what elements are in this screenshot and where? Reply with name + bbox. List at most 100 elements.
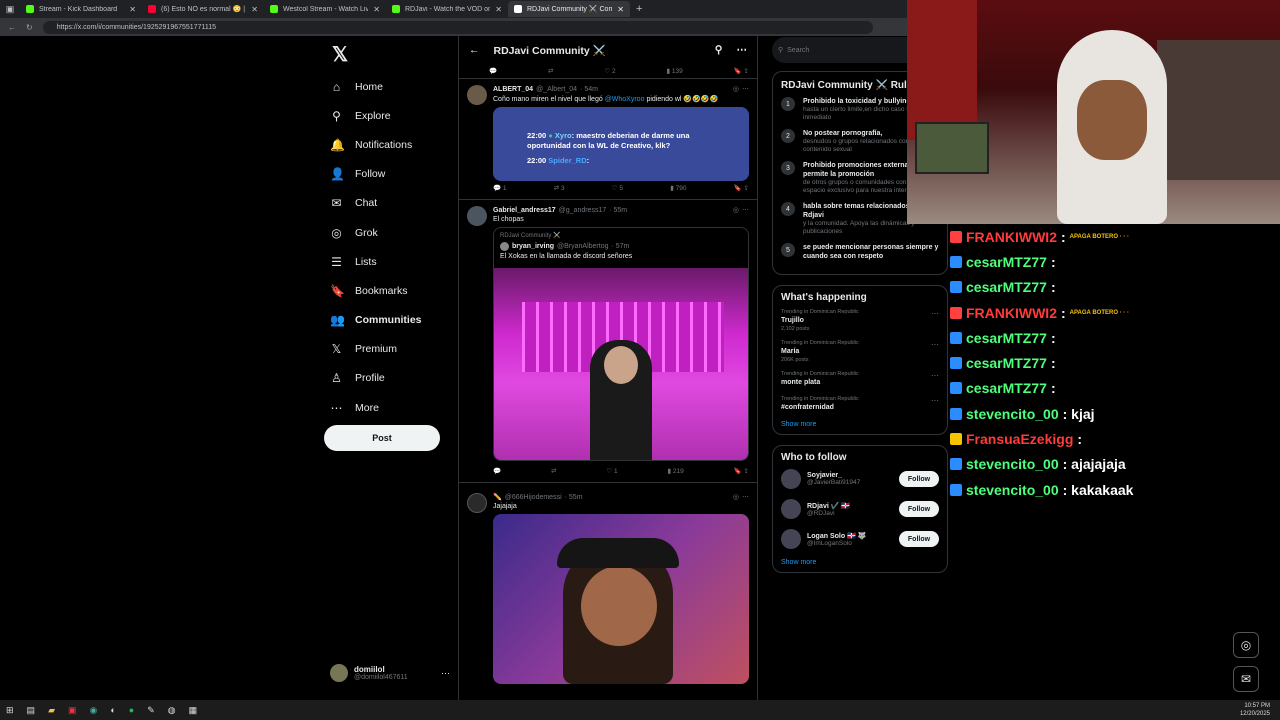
trend-item[interactable]: Trending in Dominican Republic monte plat… <box>781 371 939 388</box>
x-logo-icon[interactable]: 𝕏 <box>332 42 450 72</box>
chat-username[interactable]: FRANKIWWI2 <box>966 305 1057 321</box>
more-icon[interactable]: ⋯ <box>742 206 749 214</box>
close-icon[interactable]: ✕ <box>251 5 258 14</box>
obs-icon[interactable]: ◍ <box>168 705 176 716</box>
window-menu-icon[interactable]: ▣ <box>0 4 20 15</box>
more-icon[interactable]: ⋯ <box>931 371 939 388</box>
tweet-video[interactable] <box>493 514 749 684</box>
close-icon[interactable]: ✕ <box>129 5 136 14</box>
chat-username[interactable]: cesarMTZ77 <box>966 279 1047 295</box>
pen-icon[interactable]: ✎ <box>147 705 155 716</box>
quote-video[interactable] <box>494 268 748 460</box>
tweet-handle[interactable]: @g_andress17 <box>559 207 607 214</box>
more-icon[interactable]: ⋯ <box>742 85 749 93</box>
account-switcher[interactable]: domiilol @domiilol467611 ⋯ <box>330 664 450 682</box>
new-tab-icon[interactable]: + <box>636 3 642 15</box>
like-icon[interactable]: ♡ 5 <box>612 184 623 192</box>
nav-item-bookmarks[interactable]: 🔖 Bookmarks <box>330 276 450 305</box>
chat-username[interactable]: cesarMTZ77 <box>966 254 1047 270</box>
follow-button[interactable]: Follow <box>899 501 939 517</box>
chat-username[interactable]: stevencito_00 <box>966 406 1059 422</box>
grok-icon[interactable]: ◎ <box>733 206 739 214</box>
chat-username[interactable]: cesarMTZ77 <box>966 380 1047 396</box>
follow-suggestion[interactable]: RDjavi ✔️ 🇩🇴 @RDJavi Follow <box>781 499 939 519</box>
more-icon[interactable]: ⋯ <box>737 44 748 56</box>
more-icon[interactable]: ⋯ <box>931 340 939 363</box>
nav-item-chat[interactable]: ✉ Chat <box>330 189 450 218</box>
chat-username[interactable]: cesarMTZ77 <box>966 355 1047 371</box>
trend-item[interactable]: Trending in Dominican Republic #confrater… <box>781 396 939 413</box>
browser-tab[interactable]: Westcol Stream - Watch Live on Kick ✕ <box>264 1 386 17</box>
more-icon[interactable]: ⋯ <box>931 309 939 332</box>
nav-item-grok[interactable]: ◎ Grok <box>330 218 450 247</box>
like-icon[interactable]: ♡ 2 <box>604 67 615 75</box>
grok-icon[interactable]: ◎ <box>1233 632 1259 658</box>
grok-icon[interactable]: ◎ <box>733 85 739 93</box>
browser-tab[interactable]: Stream - Kick Dashboard ✕ <box>20 1 142 17</box>
views-icon[interactable]: ▮ 219 <box>667 467 683 475</box>
tweet[interactable]: ✏️ @666Hijodemessi · 55m ◎ ⋯ Jajajaja <box>459 482 757 688</box>
browser-tab[interactable]: (6) Esto NO es normal 😳 | La Kick ✕ <box>142 1 264 17</box>
follow-button[interactable]: Follow <box>899 531 939 547</box>
back-icon[interactable]: ← <box>8 23 16 32</box>
tweet[interactable]: ALBERT_04 @_Albert_04 · 54m ◎ ⋯ Coño man… <box>459 78 757 199</box>
nav-item-premium[interactable]: 𝕏 Premium <box>330 335 450 364</box>
nav-item-profile[interactable]: ♙ Profile <box>330 364 450 393</box>
browser-tab[interactable]: RDJavi Community ⚔️ Community ✕ <box>508 1 630 17</box>
nav-item-explore[interactable]: ⚲ Explore <box>330 101 450 130</box>
start-icon[interactable]: ⊞ <box>6 705 14 716</box>
nav-item-home[interactable]: ⌂ Home <box>330 72 450 101</box>
messages-icon[interactable]: ✉ <box>1233 666 1259 692</box>
chat-username[interactable]: FRANKIWWI2 <box>966 229 1057 245</box>
tweet-mention[interactable]: @WhoXyroo <box>605 96 645 103</box>
tweet-handle[interactable]: @_Albert_04 <box>536 86 577 93</box>
nav-item-lists[interactable]: ☰ Lists <box>330 247 450 276</box>
back-arrow-icon[interactable]: ← <box>469 44 480 56</box>
reply-icon[interactable]: 💬 <box>493 467 501 475</box>
show-more-link[interactable]: Show more <box>781 421 939 428</box>
nav-item-notifications[interactable]: 🔔 Notifications <box>330 130 450 159</box>
quote-handle[interactable]: @BryanAlbertog <box>557 243 608 250</box>
retweet-icon[interactable]: ⇄ <box>551 467 556 475</box>
chat-username[interactable]: stevencito_00 <box>966 482 1059 498</box>
system-clock[interactable]: 10:57 PM 12/20/2025 <box>1240 702 1270 718</box>
tweet-author[interactable]: ALBERT_04 <box>493 86 533 93</box>
browser-tab[interactable]: RDJavi - Watch the VOD on Kick ✕ <box>386 1 508 17</box>
chrome-icon[interactable]: ◉ <box>90 705 98 716</box>
chat-username[interactable]: cesarMTZ77 <box>966 330 1047 346</box>
tweet-handle[interactable]: @666Hijodemessi <box>505 494 562 501</box>
nav-item-more[interactable]: ⋯ More <box>330 393 450 422</box>
more-icon[interactable]: ⋯ <box>742 493 749 501</box>
bookmark-icon[interactable]: 🔖 ⇪ <box>734 467 749 475</box>
tweet-author[interactable]: Gabriel_andress17 <box>493 207 556 214</box>
tweet-author[interactable]: ✏️ <box>493 493 502 501</box>
spotify-icon[interactable]: ● <box>129 705 134 715</box>
nav-item-follow[interactable]: 👤 Follow <box>330 160 450 189</box>
like-icon[interactable]: ♡ 1 <box>606 467 617 475</box>
follow-button[interactable]: Follow <box>899 471 939 487</box>
tweet-image[interactable]: 22:00 ● Xyro: maestro deberian de darme … <box>493 107 749 181</box>
follow-suggestion[interactable]: Soyjavier_ @JavierBati91947 Follow <box>781 469 939 489</box>
views-icon[interactable]: ▮ 139 <box>666 67 682 75</box>
close-icon[interactable]: ✕ <box>373 5 380 14</box>
bookmark-icon[interactable]: 🔖 ⇪ <box>734 67 749 75</box>
views-icon[interactable]: ▮ 790 <box>670 184 686 192</box>
show-more-link[interactable]: Show more <box>781 559 939 566</box>
app-icon[interactable]: ▣ <box>68 705 77 716</box>
more-icon[interactable]: ⋯ <box>441 668 450 679</box>
follow-suggestion[interactable]: Logan Solo 🇩🇴 🐺 @ImLoganSolo Follow <box>781 529 939 549</box>
more-icon[interactable]: ⋯ <box>931 396 939 413</box>
bookmark-icon[interactable]: 🔖 ⇪ <box>734 184 749 192</box>
search-icon[interactable]: ⚲ <box>715 44 723 56</box>
retweet-icon[interactable]: ⇄ 3 <box>554 184 565 192</box>
folder-icon[interactable]: ▰ <box>48 705 55 716</box>
retweet-icon[interactable]: ⇄ <box>548 67 553 75</box>
grok-icon[interactable]: ◎ <box>733 493 739 501</box>
post-button[interactable]: Post <box>324 425 440 451</box>
reply-icon[interactable]: 💬 <box>489 67 497 75</box>
steam-icon[interactable]: ◐ <box>110 705 115 715</box>
reload-icon[interactable]: ↻ <box>26 23 33 32</box>
tweet[interactable]: Gabriel_andress17 @g_andress17 · 55m ◎ ⋯… <box>459 199 757 482</box>
close-icon[interactable]: ✕ <box>495 5 502 14</box>
quoted-tweet[interactable]: RDJavi Community ⚔️ bryan_irving @BryanA… <box>493 227 749 461</box>
